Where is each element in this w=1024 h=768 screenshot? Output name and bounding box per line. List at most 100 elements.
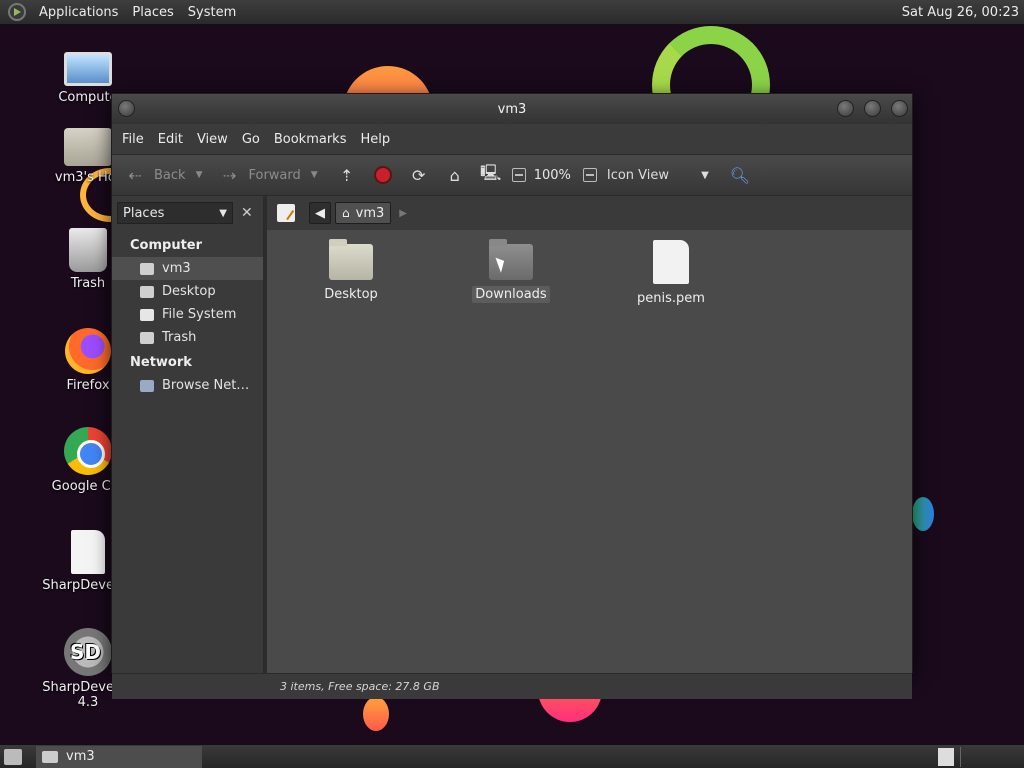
zoom-in-icon xyxy=(582,168,597,182)
home-icon: ⌂ xyxy=(449,165,460,185)
search-icon: 🔍︎ xyxy=(729,165,751,185)
back-arrow-icon: ⇠ xyxy=(128,165,142,185)
file-item-penis-pem[interactable]: penis.pem xyxy=(621,240,721,307)
sidebar-type-label: Places xyxy=(123,205,165,221)
sidebar-item-label: vm3 xyxy=(162,261,191,276)
panel-divider xyxy=(960,747,961,767)
edit-location-icon[interactable] xyxy=(277,204,295,222)
file-name: penis.pem xyxy=(637,291,705,306)
sidebar-type-select[interactable]: Places ▼ xyxy=(117,202,233,224)
menu-go[interactable]: Go xyxy=(235,132,267,147)
computer-icon xyxy=(64,52,112,86)
home-button[interactable]: ⌂ xyxy=(440,160,470,190)
trash-icon xyxy=(69,228,107,272)
bottom-panel: vm3 xyxy=(0,744,1024,768)
status-text: 3 items, Free space: 27.8 GB xyxy=(280,680,440,693)
menu-help[interactable]: Help xyxy=(353,132,397,147)
sidebar-item-file-system[interactable]: File System xyxy=(112,303,263,326)
zoom-in-button[interactable] xyxy=(579,160,601,190)
menubar: File Edit View Go Bookmarks Help xyxy=(112,124,912,154)
back-button[interactable]: ⇠ Back ▼ xyxy=(120,160,206,190)
distro-logo-icon[interactable] xyxy=(8,3,26,21)
path-scroll-left-button[interactable]: ◀ xyxy=(309,202,331,224)
computer-button[interactable]: 🖳 xyxy=(476,160,506,190)
taskbar-item-label: vm3 xyxy=(66,749,95,764)
reload-icon: ⟳ xyxy=(411,165,426,185)
path-scroll-right-icon[interactable]: ▶ xyxy=(399,208,407,219)
maximize-button[interactable] xyxy=(864,100,881,117)
status-bar: 3 items, Free space: 27.8 GB xyxy=(112,673,912,699)
home-folder-icon xyxy=(64,128,112,166)
desktop-icon-label: Firefox xyxy=(66,378,110,393)
applications-menu[interactable]: Applications xyxy=(32,5,125,20)
stop-button[interactable] xyxy=(370,160,396,190)
file-icon xyxy=(71,530,105,574)
desktop-icon-label: Compute xyxy=(58,90,118,105)
menu-file[interactable]: File xyxy=(115,132,151,147)
home-icon: ⌂ xyxy=(342,206,350,220)
downloads-folder-icon xyxy=(489,239,533,280)
file-name: Downloads xyxy=(472,286,550,303)
sidebar-item-label: File System xyxy=(162,307,237,322)
sidebar-item-vm3[interactable]: vm3 xyxy=(112,257,263,280)
chevron-down-icon[interactable]: ▼ xyxy=(311,170,318,180)
stop-icon xyxy=(373,166,392,184)
main-content: Computer vm3 Desktop File System Trash N… xyxy=(112,230,912,673)
window-menu-button[interactable] xyxy=(118,100,135,117)
menu-bookmarks[interactable]: Bookmarks xyxy=(267,132,354,147)
file-item-desktop[interactable]: Desktop xyxy=(301,239,401,303)
chevron-down-icon: ▼ xyxy=(701,169,709,181)
zoom-out-icon xyxy=(511,168,526,182)
window-title: vm3 xyxy=(497,101,527,117)
file-view[interactable]: Desktop Downloads penis.pem xyxy=(267,230,912,673)
menu-edit[interactable]: Edit xyxy=(151,132,190,147)
sidebar-header: Places ▼ ✕ xyxy=(112,196,263,230)
window-titlebar[interactable]: vm3 xyxy=(112,94,912,124)
top-panel: Applications Places System Sat Aug 26, 0… xyxy=(0,0,1024,25)
firefox-icon xyxy=(65,328,111,374)
chevron-down-icon: ▼ xyxy=(219,207,227,219)
sidebar-item-label: Trash xyxy=(162,330,197,345)
taskbar-item-vm3[interactable]: vm3 xyxy=(36,745,202,768)
forward-button[interactable]: ⇢ Forward ▼ xyxy=(214,160,321,190)
file-name: Desktop xyxy=(324,287,378,302)
computer-icon: 🖳 xyxy=(480,162,502,182)
sidebar-item-label: Browse Net… xyxy=(162,378,250,393)
zoom-out-button[interactable] xyxy=(508,160,530,190)
show-desktop-icon[interactable] xyxy=(4,748,22,765)
path-bar: ◀ ⌂ vm3 ▶ xyxy=(263,196,912,230)
forward-label: Forward xyxy=(248,167,301,183)
system-menu[interactable]: System xyxy=(181,5,243,20)
search-button[interactable]: 🔍︎ xyxy=(725,160,755,190)
sidebar-item-browse-network[interactable]: Browse Net… xyxy=(112,374,263,397)
places-menu[interactable]: Places xyxy=(125,5,180,20)
view-mode-select[interactable]: Icon View ▼ xyxy=(603,160,713,190)
up-button[interactable]: ⇡ xyxy=(332,160,362,190)
zoom-level: 100% xyxy=(533,167,571,183)
workspace-switcher[interactable] xyxy=(938,748,954,766)
sharpdevelop-icon: SD xyxy=(64,628,112,676)
forward-arrow-icon: ⇢ xyxy=(222,165,237,185)
path-button-vm3[interactable]: ⌂ vm3 xyxy=(335,202,392,224)
minimize-button[interactable] xyxy=(837,100,854,117)
chevron-down-icon[interactable]: ▼ xyxy=(196,170,203,180)
location-bar: Places ▼ ✕ ◀ ⌂ vm3 ▶ xyxy=(112,196,912,230)
sidebar-item-desktop[interactable]: Desktop xyxy=(112,280,263,303)
sidebar-item-trash[interactable]: Trash xyxy=(112,326,263,349)
drive-icon xyxy=(140,308,154,321)
back-label: Back xyxy=(154,167,186,183)
places-sidebar: Computer vm3 Desktop File System Trash N… xyxy=(112,230,263,673)
desktop-folder-icon xyxy=(140,285,154,298)
up-arrow-icon: ⇡ xyxy=(339,165,354,185)
sidebar-item-label: Desktop xyxy=(162,284,216,299)
menu-view[interactable]: View xyxy=(190,132,235,147)
close-button[interactable] xyxy=(891,100,908,117)
path-label: vm3 xyxy=(355,205,385,221)
file-item-downloads[interactable]: Downloads xyxy=(461,239,561,303)
reload-button[interactable]: ⟳ xyxy=(404,160,434,190)
close-sidebar-icon[interactable]: ✕ xyxy=(241,205,253,221)
desktop-icon-label: Trash xyxy=(70,276,106,291)
sidebar-heading-computer: Computer xyxy=(130,238,203,253)
clock[interactable]: Sat Aug 26, 00:23 xyxy=(902,5,1019,20)
sidebar-heading-network: Network xyxy=(130,355,192,370)
